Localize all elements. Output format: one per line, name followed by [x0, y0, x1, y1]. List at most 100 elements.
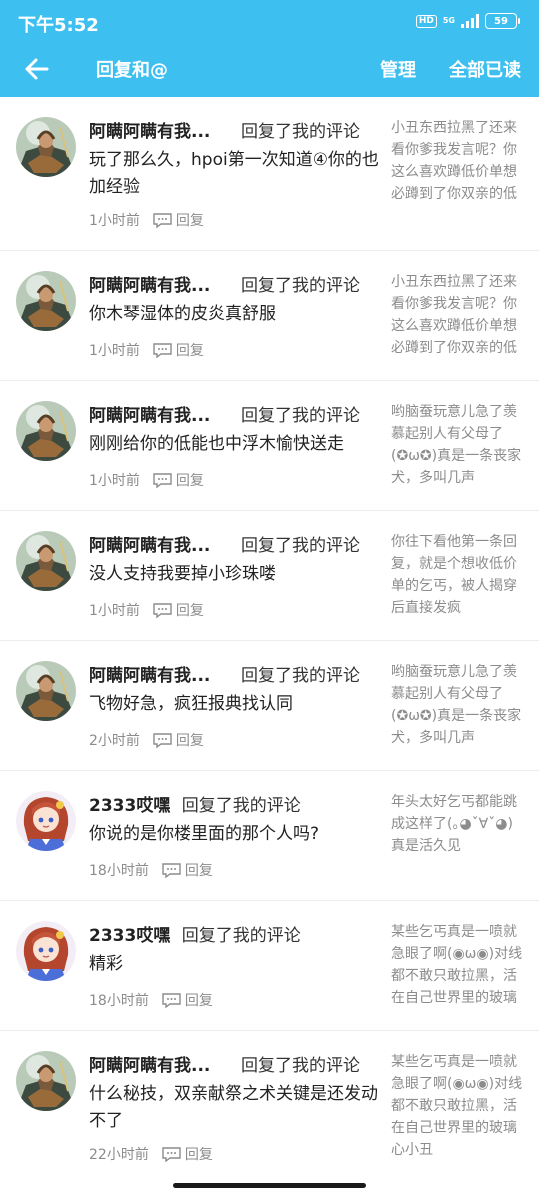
reply-button-label: 回复 [184, 993, 213, 1009]
reply-time: 18小时前 [89, 863, 149, 879]
reply-meta: 2小时前 回复 [89, 730, 204, 750]
comment-icon [162, 862, 181, 878]
warrior-avatar[interactable] [16, 271, 76, 331]
reply-meta: 1小时前 回复 [89, 470, 204, 490]
mark-all-read-button[interactable]: 全部已读 [449, 56, 521, 82]
network-type-label: 5G [442, 16, 455, 25]
reply-item[interactable]: 2333哎嘿 回复了我的评论 你说的是你楼里面的那个人吗? 18小时前 回复 年… [0, 771, 539, 901]
reply-action-label: 回复了我的评论 [241, 276, 360, 296]
reply-message: 刚刚给你的低能也中浮木愉快送走 [89, 434, 344, 454]
nav-bar: 回复和@ 管理 全部已读 [0, 44, 539, 97]
reply-meta: 1小时前 回复 [89, 340, 204, 360]
reply-button[interactable]: 回复 [153, 210, 204, 230]
reply-action-label: 回复了我的评论 [241, 1056, 360, 1076]
reply-meta: 18小时前 回复 [89, 860, 213, 880]
reply-message: 你木琴湿体的皮炎真舒服 [89, 304, 276, 324]
warrior-avatar[interactable] [16, 401, 76, 461]
reply-button[interactable]: 回复 [162, 1144, 213, 1164]
status-indicators: HD 5G 59 [415, 13, 520, 29]
reply-message: 玩了那么久，hpoi第一次知道④你的也加经验 [89, 150, 379, 197]
username[interactable]: 阿瞒阿瞒有我... [89, 531, 234, 556]
reply-button[interactable]: 回复 [153, 600, 204, 620]
reply-action-label: 回复了我的评论 [241, 536, 360, 556]
username[interactable]: 阿瞒阿瞒有我... [89, 117, 234, 142]
reply-item[interactable]: 阿瞒阿瞒有我... 回复了我的评论 玩了那么久，hpoi第一次知道④你的也加经验… [0, 97, 539, 251]
reply-message: 你说的是你楼里面的那个人吗? [89, 824, 320, 844]
username[interactable]: 阿瞒阿瞒有我... [89, 401, 234, 426]
reply-time: 1小时前 [89, 213, 140, 229]
anime-avatar[interactable] [16, 791, 76, 851]
anime-avatar[interactable] [16, 921, 76, 981]
reply-header: 2333哎嘿 回复了我的评论 [89, 791, 379, 816]
back-button[interactable] [22, 54, 52, 84]
username[interactable]: 阿瞒阿瞒有我... [89, 1051, 234, 1076]
reply-meta: 18小时前 回复 [89, 990, 213, 1010]
anime-girl-avatar-image [16, 791, 76, 851]
quoted-comment: 某些乞丐真是一喷就急眼了啊(◉ω◉)对线都不敢只敢拉黑，活在自己世界里的玻璃心小… [391, 924, 523, 1006]
status-time: 下午5:52 [18, 15, 99, 36]
reply-button-label: 回复 [175, 733, 204, 749]
reply-message: 精彩 [89, 954, 123, 974]
reply-button-label: 回复 [184, 863, 213, 879]
hd-icon: HD [415, 14, 437, 28]
reply-header: 阿瞒阿瞒有我... 回复了我的评论 [89, 117, 379, 142]
reply-item[interactable]: 阿瞒阿瞒有我... 回复了我的评论 没人支持我要掉小珍珠喽 1小时前 回复 你往… [0, 511, 539, 641]
warrior-avatar[interactable] [16, 531, 76, 591]
reply-time: 22小时前 [89, 1147, 149, 1163]
back-arrow-icon [25, 58, 49, 80]
reply-time: 1小时前 [89, 343, 140, 359]
quoted-comment: 小丑东西拉黑了还来看你爹我发言呢？你这么喜欢蹲低价单想必蹲到了你双亲的低价骨 [391, 274, 517, 356]
comment-icon [153, 472, 172, 488]
reply-item[interactable]: 阿瞒阿瞒有我... 回复了我的评论 刚刚给你的低能也中浮木愉快送走 1小时前 回… [0, 381, 539, 511]
reply-item[interactable]: 2333哎嘿 回复了我的评论 精彩 18小时前 回复 某些乞丐真是一喷就急眼了啊… [0, 901, 539, 1031]
reply-item[interactable]: 阿瞒阿瞒有我... 回复了我的评论 飞物好急，疯狂报典找认同 2小时前 回复 哟… [0, 641, 539, 771]
reply-time: 1小时前 [89, 473, 140, 489]
username[interactable]: 2333哎嘿 [89, 921, 170, 946]
quoted-comment: 哟脑蚕玩意儿急了羡慕起别人有父母了(✪ω✪)真是一条丧家犬，多叫几声 [391, 664, 522, 746]
battery-level: 59 [494, 15, 508, 27]
reply-header: 阿瞒阿瞒有我... 回复了我的评论 [89, 401, 379, 426]
reply-item[interactable]: 阿瞒阿瞒有我... 回复了我的评论 什么秘技，双亲献祭之术关键是还发动不了 22… [0, 1031, 539, 1181]
reply-button-label: 回复 [175, 213, 204, 229]
warrior-avatar[interactable] [16, 1051, 76, 1111]
reply-header: 阿瞒阿瞒有我... 回复了我的评论 [89, 531, 379, 556]
reply-button-label: 回复 [184, 1147, 213, 1163]
reply-button[interactable]: 回复 [153, 470, 204, 490]
reply-message: 没人支持我要掉小珍珠喽 [89, 564, 276, 584]
reply-header: 阿瞒阿瞒有我... 回复了我的评论 [89, 661, 379, 686]
signal-icon [461, 14, 479, 28]
reply-button[interactable]: 回复 [162, 990, 213, 1010]
reply-button-label: 回复 [175, 343, 204, 359]
reply-time: 1小时前 [89, 603, 140, 619]
comment-icon [153, 732, 172, 748]
reply-button[interactable]: 回复 [153, 340, 204, 360]
reply-action-label: 回复了我的评论 [241, 406, 360, 426]
reply-button-label: 回复 [175, 473, 204, 489]
reply-meta: 1小时前 回复 [89, 600, 204, 620]
username[interactable]: 阿瞒阿瞒有我... [89, 661, 234, 686]
app-header: 下午5:52 HD 5G 59 回复和@ 管理 全部已读 [0, 0, 539, 97]
username[interactable]: 阿瞒阿瞒有我... [89, 271, 234, 296]
reply-button[interactable]: 回复 [162, 860, 213, 880]
quoted-comment: 你往下看他第一条回复，就是个想收低价单的乞丐，被人揭穿后直接发疯 [391, 534, 517, 616]
quoted-comment: 小丑东西拉黑了还来看你爹我发言呢？你这么喜欢蹲低价单想必蹲到了你双亲的低价骨..… [391, 120, 517, 202]
reply-meta: 1小时前 回复 [89, 210, 204, 230]
warrior-avatar[interactable] [16, 117, 76, 177]
comment-icon [153, 602, 172, 618]
reply-action-label: 回复了我的评论 [241, 666, 360, 686]
reply-time: 18小时前 [89, 993, 149, 1009]
warrior-avatar[interactable] [16, 661, 76, 721]
home-indicator[interactable] [173, 1183, 366, 1188]
reply-time: 2小时前 [89, 733, 140, 749]
reply-item[interactable]: 阿瞒阿瞒有我... 回复了我的评论 你木琴湿体的皮炎真舒服 1小时前 回复 小丑… [0, 251, 539, 381]
username[interactable]: 2333哎嘿 [89, 791, 170, 816]
reply-button[interactable]: 回复 [153, 730, 204, 750]
reply-header: 阿瞒阿瞒有我... 回复了我的评论 [89, 271, 379, 296]
reply-header: 阿瞒阿瞒有我... 回复了我的评论 [89, 1051, 379, 1076]
quoted-comment: 某些乞丐真是一喷就急眼了啊(◉ω◉)对线都不敢只敢拉黑，活在自己世界里的玻璃心小… [391, 1054, 523, 1158]
warrior-avatar-image [16, 1051, 76, 1111]
anime-girl-avatar-image [16, 921, 76, 981]
reply-action-label: 回复了我的评论 [241, 122, 360, 142]
manage-button[interactable]: 管理 [380, 56, 416, 82]
comment-icon [162, 992, 181, 1008]
